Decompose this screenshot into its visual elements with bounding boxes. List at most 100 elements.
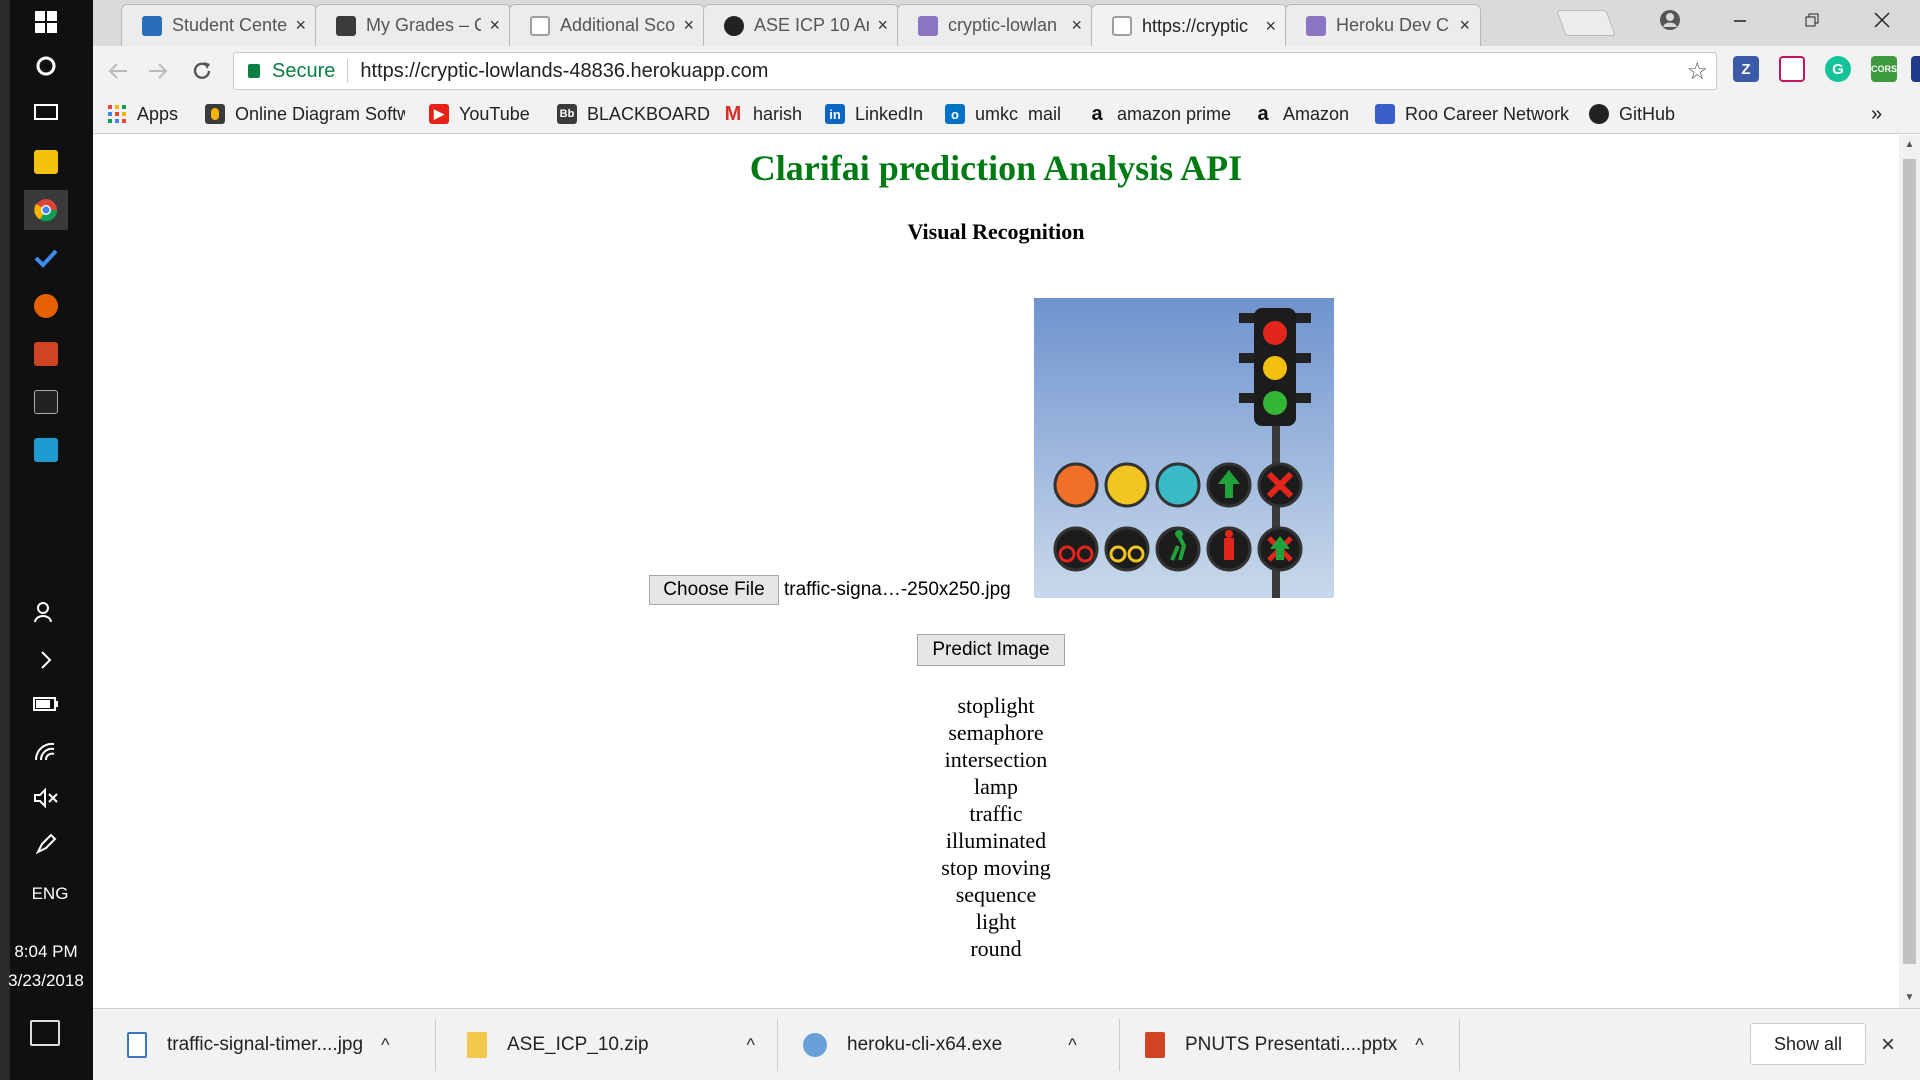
restore-icon[interactable]: [1777, 0, 1847, 40]
firefox-icon[interactable]: [24, 286, 68, 326]
heroku-icon: [1306, 15, 1326, 36]
battery-icon[interactable]: [24, 684, 68, 724]
tab-active-cryptic[interactable]: https://cryptic ×: [1091, 4, 1287, 47]
minimize-icon[interactable]: [1705, 0, 1775, 40]
tab-label: ASE ICP 10 Ar: [754, 15, 870, 35]
close-icon[interactable]: ×: [1459, 15, 1470, 36]
bookmark-roo-career[interactable]: Roo Career Network: [1375, 100, 1569, 128]
close-downloads-icon[interactable]: ×: [1881, 1031, 1895, 1059]
download-divider: [1459, 1019, 1460, 1071]
bookmark-online-diagram[interactable]: Online Diagram Softw: [205, 100, 405, 128]
chrome-taskbar-icon[interactable]: [24, 190, 68, 230]
bookmark-youtube[interactable]: ▶ YouTube: [429, 100, 530, 128]
lock-icon: [248, 64, 260, 78]
clock-time[interactable]: 8:04 PM: [2, 942, 90, 962]
chevron-right-icon[interactable]: [24, 640, 68, 680]
download-item-exe[interactable]: heroku-cli-x64.exe ^: [803, 1009, 1077, 1081]
todo-check-icon[interactable]: [24, 238, 68, 278]
chevron-up-icon[interactable]: ^: [1068, 1035, 1076, 1056]
bookmarks-overflow-icon[interactable]: »: [1871, 100, 1882, 128]
tab-additional[interactable]: Additional Sco ×: [509, 4, 705, 46]
prediction-item: sequence: [955, 882, 1037, 907]
grammarly-extension-icon[interactable]: G: [1825, 56, 1851, 82]
forward-arrow-icon[interactable]: [141, 54, 175, 88]
pen-icon[interactable]: [24, 824, 68, 864]
page-scrollbar[interactable]: ▲ ▼: [1899, 135, 1920, 1008]
chevron-up-icon[interactable]: ^: [1415, 1035, 1423, 1056]
cortana-icon[interactable]: [24, 46, 68, 86]
bookmark-linkedin[interactable]: in LinkedIn: [825, 100, 923, 128]
action-center-icon[interactable]: [30, 1020, 60, 1046]
gmail-icon: M: [724, 102, 742, 125]
bookmark-blackboard[interactable]: Bb BLACKBOARD: [557, 100, 710, 128]
back-arrow-icon[interactable]: [101, 54, 135, 88]
bookmark-apps[interactable]: Apps: [107, 100, 178, 128]
input-language[interactable]: ENG: [20, 884, 80, 904]
chevron-up-icon[interactable]: ^: [747, 1035, 755, 1056]
bookmark-label: LinkedIn: [855, 103, 924, 124]
scroll-up-icon[interactable]: ▲: [1899, 135, 1920, 155]
show-all-downloads-button[interactable]: Show all: [1750, 1023, 1866, 1065]
prediction-results: stoplight semaphore intersection lamp tr…: [93, 692, 1899, 962]
tab-my-grades[interactable]: My Grades – C ×: [315, 4, 511, 46]
wifi-icon[interactable]: [24, 732, 68, 772]
pocket-extension-icon[interactable]: [1779, 56, 1805, 82]
bookmark-amazon[interactable]: a Amazon: [1253, 100, 1349, 128]
download-item-traffic-image[interactable]: traffic-signal-timer....jpg ^: [127, 1009, 390, 1081]
cors-extension-icon[interactable]: CORS: [1871, 56, 1897, 82]
close-icon[interactable]: ×: [489, 15, 500, 36]
powerpoint-icon[interactable]: [24, 334, 68, 374]
tab-heroku-dev[interactable]: Heroku Dev C ×: [1285, 4, 1481, 46]
new-tab-button[interactable]: [1556, 10, 1616, 36]
window-close-icon[interactable]: [1847, 0, 1917, 40]
webstorm-icon[interactable]: [24, 430, 68, 470]
bookmark-star-icon[interactable]: ☆: [1686, 57, 1708, 86]
flag-extension-icon[interactable]: [1911, 56, 1920, 82]
bookmark-github[interactable]: GitHub: [1589, 100, 1675, 128]
reload-icon[interactable]: [185, 54, 219, 88]
tab-student-center[interactable]: Student Cente ×: [121, 4, 317, 46]
download-item-pptx[interactable]: PNUTS Presentati....pptx ^: [1145, 1009, 1424, 1081]
bookmark-amazon-prime[interactable]: a amazon prime: [1087, 100, 1231, 128]
scrollbar-thumb[interactable]: [1903, 159, 1916, 964]
choose-file-button[interactable]: Choose File: [649, 575, 779, 605]
close-icon[interactable]: ×: [683, 15, 694, 36]
close-icon[interactable]: ×: [1071, 15, 1082, 36]
pptx-file-icon: [1145, 1032, 1165, 1058]
page-subtitle: Visual Recognition: [907, 219, 1085, 244]
download-item-zip[interactable]: ASE_ICP_10.zip ^: [467, 1009, 755, 1081]
bookmark-umkc-mail[interactable]: o umkc mail: [945, 100, 1061, 128]
people-icon[interactable]: [24, 592, 68, 632]
profile-icon[interactable]: [1635, 0, 1705, 40]
selected-file-name: traffic-signa…-250x250.jpg: [784, 579, 1011, 600]
tab-label: Additional Sco: [560, 15, 676, 35]
close-icon[interactable]: ×: [877, 15, 888, 36]
file-explorer-icon[interactable]: [24, 142, 68, 182]
bookmark-label: harish: [753, 103, 803, 124]
volume-muted-icon[interactable]: [24, 778, 68, 818]
tab-cryptic-lowlands[interactable]: cryptic-lowlan ×: [897, 4, 1093, 46]
address-bar[interactable]: Secure https://cryptic-lowlands-48836.he…: [233, 52, 1717, 90]
prediction-item: lamp: [974, 774, 1018, 799]
url-text[interactable]: https://cryptic-lowlands-48836.herokuapp…: [360, 60, 1686, 83]
bookmark-label: GitHub: [1619, 103, 1676, 124]
blackboard-icon: [336, 15, 356, 36]
amazon-icon: a: [1091, 102, 1103, 125]
youtube-icon: ▶: [429, 104, 449, 124]
task-view-icon[interactable]: [24, 92, 68, 132]
tab-ase-icp[interactable]: ASE ICP 10 Ar ×: [703, 4, 899, 46]
github-icon: [724, 15, 744, 36]
bookmark-harish[interactable]: M harish: [723, 100, 802, 128]
prediction-item: round: [970, 936, 1022, 961]
bulb-icon: [205, 104, 225, 124]
blackboard-icon: Bb: [557, 104, 577, 124]
close-icon[interactable]: ×: [295, 15, 306, 36]
chevron-up-icon[interactable]: ^: [381, 1035, 389, 1056]
terminal-icon[interactable]: [24, 382, 68, 422]
close-icon[interactable]: ×: [1265, 16, 1276, 37]
clock-date[interactable]: 3/23/2018: [2, 971, 90, 991]
predict-image-button[interactable]: Predict Image: [917, 634, 1065, 666]
windows-start-icon[interactable]: [24, 2, 68, 42]
scroll-down-icon[interactable]: ▼: [1899, 988, 1920, 1008]
zotero-extension-icon[interactable]: Z: [1733, 56, 1759, 82]
